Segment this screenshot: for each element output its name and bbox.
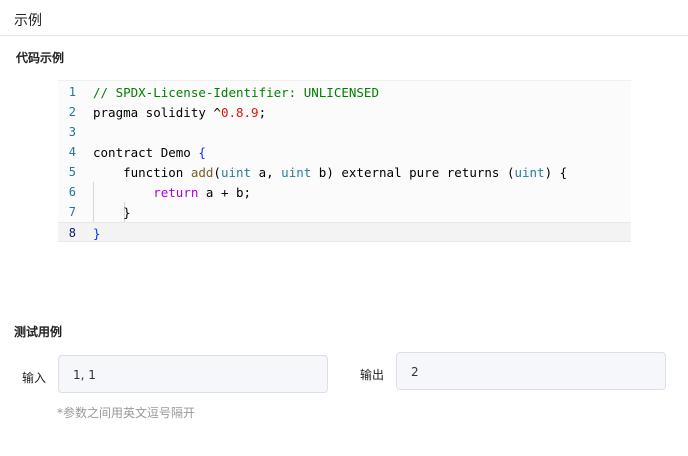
line-number: 4	[68, 145, 76, 159]
test-case-label: 测试用例	[14, 325, 63, 339]
line-number: 6	[68, 185, 76, 199]
output-label: 输出	[360, 368, 385, 382]
line-number: 5	[68, 165, 76, 179]
code-token: contract Demo	[93, 145, 199, 160]
output-field[interactable]: 2	[396, 352, 666, 390]
code-token: ;	[258, 105, 267, 120]
code-token: uint	[281, 165, 312, 180]
code-line: 7 }	[58, 202, 631, 222]
code-token: }	[93, 205, 131, 220]
code-text: contract Demo {	[93, 145, 206, 160]
section-title: 示例	[14, 13, 42, 29]
code-line: 5 function add(uint a, uint b) external …	[58, 162, 631, 182]
code-token: b) external pure returns (	[311, 165, 515, 180]
code-token: {	[198, 145, 206, 160]
output-value: 2	[411, 365, 419, 379]
code-token: uint	[514, 165, 545, 180]
code-text: }	[93, 205, 131, 220]
code-token: pragma solidity ^	[93, 105, 221, 120]
input-label: 输入	[22, 371, 47, 385]
code-token: a + b;	[198, 185, 252, 200]
code-line: 3	[58, 122, 631, 142]
code-token: // SPDX-License-Identifier: UNLICENSED	[93, 85, 379, 100]
line-number: 2	[68, 105, 76, 119]
code-example-label: 代码示例	[16, 51, 65, 65]
code-token: }	[93, 226, 101, 241]
code-text: }	[93, 226, 101, 241]
code-line: 4 contract Demo {	[58, 142, 631, 162]
code-token: uint	[220, 165, 252, 180]
line-number: 3	[68, 125, 76, 139]
code-token: function	[93, 165, 191, 180]
input-hint: *参数之间用英文逗号隔开	[57, 406, 196, 420]
line-number: 7	[68, 205, 76, 219]
code-token: return	[153, 185, 199, 200]
code-text: return a + b;	[93, 185, 251, 200]
code-token: 0.8.9	[220, 105, 259, 120]
line-number: 1	[68, 85, 76, 99]
code-token: ) {	[544, 165, 568, 180]
code-token: a,	[251, 165, 282, 180]
code-text: // SPDX-License-Identifier: UNLICENSED	[93, 85, 379, 100]
code-token: (	[213, 165, 221, 180]
code-text: function add(uint a, uint b) external pu…	[93, 165, 567, 180]
line-number: 8	[68, 226, 76, 240]
code-text: pragma solidity ^0.8.9;	[93, 105, 266, 120]
code-line: 1 // SPDX-License-Identifier: UNLICENSED	[58, 82, 631, 102]
code-line: 2 pragma solidity ^0.8.9;	[58, 102, 631, 122]
input-field[interactable]: 1, 1	[58, 355, 328, 393]
code-line: 6 return a + b;	[58, 182, 631, 202]
section-header: 示例	[0, 0, 688, 36]
code-editor[interactable]: 1 // SPDX-License-Identifier: UNLICENSED 2…	[58, 80, 631, 242]
code-token: add	[190, 165, 214, 180]
input-value: 1, 1	[73, 368, 96, 382]
code-line: 8}	[58, 222, 631, 242]
